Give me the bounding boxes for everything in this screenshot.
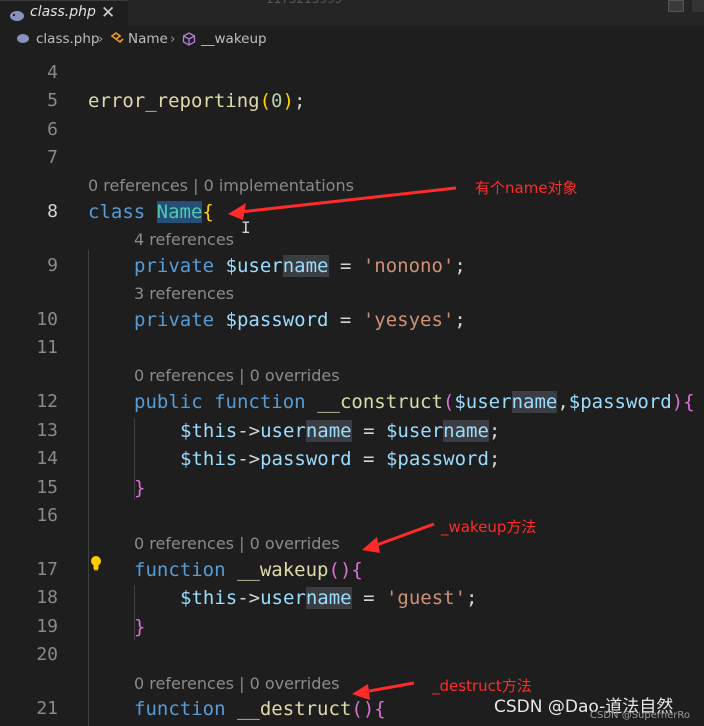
annotation-wakeup-method: _wakeup方法 — [441, 518, 537, 536]
annotation-arrows — [228, 186, 457, 700]
arrow-to-wakeup — [362, 522, 435, 553]
arrow-to-destruct — [352, 681, 415, 700]
arrow-to-class — [228, 186, 457, 220]
watermark-small: CSDN @SuperherRo — [590, 710, 691, 721]
annotation-name-object: 有个name对象 — [475, 179, 578, 197]
